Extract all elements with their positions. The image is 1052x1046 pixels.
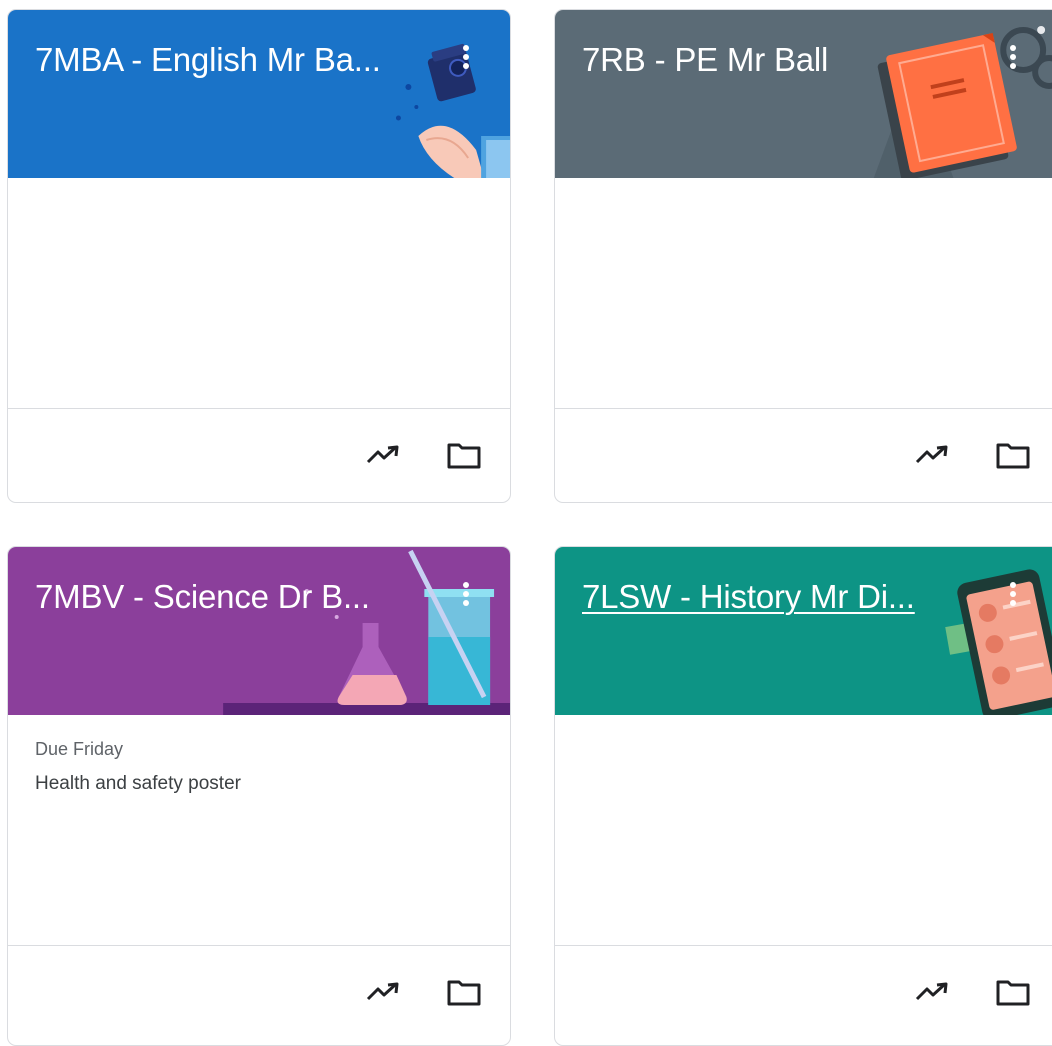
class-title[interactable]: 7MBA - English Mr Ba... [35, 38, 415, 82]
class-title[interactable]: 7LSW - History Mr Di... [582, 575, 962, 619]
card-divider [555, 945, 1052, 946]
class-title[interactable]: 7RB - PE Mr Ball [582, 38, 962, 82]
trending-up-icon[interactable] [364, 973, 404, 1013]
trending-up-icon[interactable] [913, 973, 953, 1013]
due-assignment-link[interactable]: Health and safety poster [35, 773, 241, 795]
more-vert-icon[interactable] [1001, 40, 1025, 80]
class-card-body [555, 178, 1052, 409]
class-card-body [555, 715, 1052, 946]
folder-icon[interactable] [993, 973, 1033, 1013]
class-card-history[interactable]: 7LSW - History Mr Di... [554, 546, 1052, 1046]
class-card-body: Due Friday Health and safety poster [8, 715, 510, 946]
english-illustration [395, 43, 510, 178]
class-card-body [8, 178, 510, 409]
card-divider [8, 408, 510, 409]
card-divider [8, 945, 510, 946]
more-vert-icon[interactable] [1001, 577, 1025, 617]
class-card-english[interactable]: 7MBA - English Mr Ba... [7, 9, 511, 503]
science-illustration [223, 549, 510, 715]
pe-illustration [873, 26, 1052, 178]
folder-icon[interactable] [444, 436, 484, 476]
trending-up-icon[interactable] [364, 436, 404, 476]
card-divider [555, 408, 1052, 409]
class-title[interactable]: 7MBV - Science Dr B... [35, 575, 415, 619]
class-card-header[interactable]: 7MBV - Science Dr B... [8, 547, 510, 715]
more-vert-icon[interactable] [454, 577, 478, 617]
more-vert-icon[interactable] [454, 40, 478, 80]
class-card-pe[interactable]: 7RB - PE Mr Ball [554, 9, 1052, 503]
class-card-header[interactable]: 7RB - PE Mr Ball [555, 10, 1052, 178]
folder-icon[interactable] [444, 973, 484, 1013]
class-card-header[interactable]: 7MBA - English Mr Ba... [8, 10, 510, 178]
due-date-label: Due Friday [35, 739, 124, 759]
folder-icon[interactable] [993, 436, 1033, 476]
class-card-header[interactable]: 7LSW - History Mr Di... [555, 547, 1052, 715]
history-illustration [945, 569, 1052, 715]
trending-up-icon[interactable] [913, 436, 953, 476]
class-card-science[interactable]: 7MBV - Science Dr B... Due Friday Health… [7, 546, 511, 1046]
